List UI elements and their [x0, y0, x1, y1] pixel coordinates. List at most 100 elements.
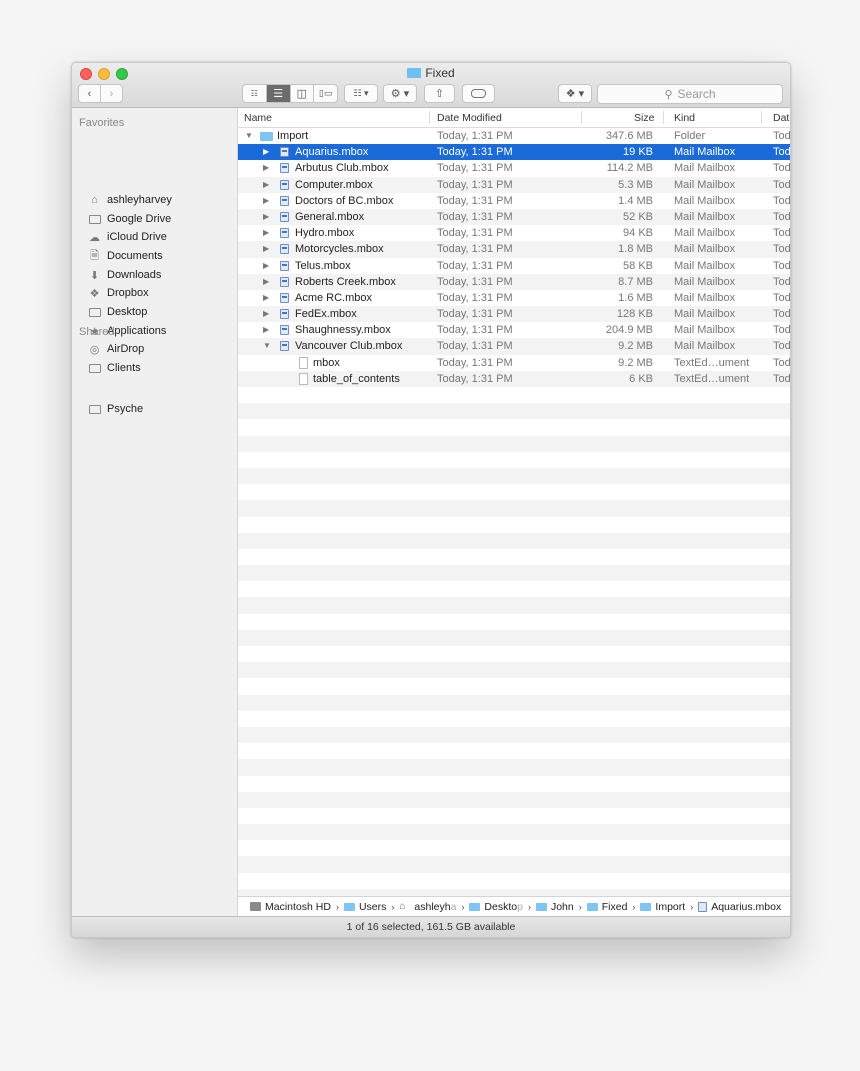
table-row[interactable]: ▶ FedEx.mbox Today, 1:31 PM 128 KB Mail Mail…	[238, 306, 790, 323]
path-component[interactable]: Users	[343, 901, 386, 913]
sidebar-item-icloud-drive[interactable]: ☁ iCloud Drive	[88, 228, 167, 246]
path-component[interactable]: Import	[640, 901, 685, 913]
sidebar-item-ashleyharvey[interactable]: ⌂ ashleyharvey	[88, 191, 172, 209]
file-size: 204.9 MB	[605, 324, 653, 337]
empty-row	[238, 484, 790, 500]
disclosure-collapsed-icon[interactable]: ▶	[263, 306, 269, 322]
date-modified: Today, 1:31 PM	[437, 340, 513, 353]
date-added: Tod	[773, 227, 790, 240]
disclosure-collapsed-icon[interactable]: ▶	[263, 241, 269, 257]
disclosure-collapsed-icon[interactable]: ▶	[263, 209, 269, 225]
date-added: Tod	[773, 291, 790, 304]
sidebar-item-downloads[interactable]: ⬇ Downloads	[88, 266, 162, 284]
path-component[interactable]: John	[535, 901, 574, 913]
path-component[interactable]: ⌂ ashleyh a	[399, 901, 456, 913]
date-modified: Today, 1:31 PM	[437, 227, 513, 240]
date-added: Tod	[773, 275, 790, 288]
column-kind[interactable]: Kind	[674, 112, 695, 124]
column-view-button[interactable]: ◫	[291, 85, 315, 102]
date-modified: Today, 1:31 PM	[437, 308, 513, 321]
file-name: Hydro.mbox	[295, 227, 355, 240]
disclosure-expanded-icon[interactable]: ▼	[263, 338, 271, 354]
file-size: 1.6 MB	[618, 291, 653, 304]
path-component[interactable]: Aquarius.mbox	[698, 901, 781, 913]
search-field[interactable]: ⚲ Search	[597, 84, 783, 104]
disclosure-collapsed-icon[interactable]: ▶	[263, 160, 269, 176]
sidebar-item-google-drive[interactable]: Google Drive	[88, 210, 171, 228]
folder-icon	[640, 902, 652, 911]
sidebar-item-psyche[interactable]: Psyche	[88, 400, 143, 418]
empty-row	[238, 403, 790, 420]
date-modified: Today, 1:31 PM	[437, 162, 513, 175]
disclosure-collapsed-icon[interactable]: ▶	[263, 290, 269, 306]
column-size[interactable]: Size	[634, 112, 654, 124]
path-component[interactable]: Macintosh HD	[250, 901, 331, 913]
file-kind: Mail Mailbox	[674, 324, 736, 337]
table-row[interactable]: ▶ Telus.mbox Today, 1:31 PM 58 KB Mail Mailb…	[238, 258, 790, 274]
empty-row	[238, 808, 790, 824]
arrange-button[interactable]: ☷ ▾	[344, 84, 378, 103]
table-row[interactable]: ▶ General.mbox Today, 1:31 PM 52 KB Mail Mai…	[238, 208, 790, 226]
table-row[interactable]: ▶ Computer.mbox Today, 1:31 PM 5.3 MB Mail M…	[238, 176, 790, 193]
path-label: Macintosh HD	[265, 900, 331, 913]
cover-flow-button[interactable]: ▯▭	[314, 85, 337, 102]
table-row[interactable]: ▶ Arbutus Club.mbox Today, 1:31 PM 114.2 MB…	[238, 160, 790, 176]
disclosure-collapsed-icon[interactable]: ▶	[263, 193, 269, 209]
dropbox-button[interactable]: ❖ ▾	[558, 84, 592, 103]
date-added: Tod	[773, 308, 790, 321]
empty-row	[238, 726, 790, 744]
column-name[interactable]: Name	[244, 112, 272, 124]
disclosure-collapsed-icon[interactable]: ▶	[263, 274, 269, 290]
icon-view-button[interactable]: ☷	[243, 85, 267, 102]
chevron-right-icon: ›	[527, 901, 531, 912]
sidebar-item-airdrop[interactable]: ◎ AirDrop	[88, 340, 145, 358]
sidebar-item-clients[interactable]: Clients	[88, 359, 141, 377]
disclosure-collapsed-icon[interactable]: ▶	[263, 225, 269, 241]
action-button[interactable]: ⚙ ▾	[383, 84, 417, 103]
date-added: Tod	[773, 372, 790, 385]
sidebar-item-desktop[interactable]: Desktop	[88, 303, 147, 321]
column-date-modified[interactable]: Date Modified	[437, 112, 502, 124]
disclosure-collapsed-icon[interactable]: ▶	[263, 258, 269, 274]
sidebar-item-dropbox[interactable]: ❖ Dropbox	[88, 284, 149, 302]
table-row[interactable]: ▼ Vancouver Club.mbox Today, 1:31 PM 9.2 MB…	[238, 338, 790, 355]
file-kind: Mail Mailbox	[674, 308, 736, 321]
sidebar-item-documents[interactable]: 🗎 Documents	[88, 247, 163, 265]
back-button[interactable]: ‹	[79, 85, 101, 102]
disclosure-collapsed-icon[interactable]: ▶	[263, 177, 269, 193]
sidebar-item-label: iCloud Drive	[107, 231, 167, 243]
table-row[interactable]: ▶ Doctors of BC.mbox Today, 1:31 PM 1.4 MB M…	[238, 193, 790, 209]
disclosure-expanded-icon[interactable]: ▼	[245, 128, 253, 144]
path-component[interactable]: Deskto p	[469, 901, 523, 913]
table-row[interactable]: ▶ Roberts Creek.mbox Today, 1:31 PM 8.7 MB M…	[238, 273, 790, 290]
empty-row	[238, 711, 790, 727]
table-row[interactable]: ▼ Import Today, 1:31 PM 347.6 MB Folder Tod	[238, 128, 790, 144]
sidebar-item-label: Documents	[107, 250, 163, 262]
documents-icon: 🗎	[90, 249, 99, 262]
list-view-button[interactable]: ☰	[266, 85, 291, 102]
column-date[interactable]: Date	[773, 112, 790, 124]
file-size: 94 KB	[623, 227, 653, 240]
table-row[interactable]: ▶ Motorcycles.mbox Today, 1:31 PM 1.8 MB Mai…	[238, 241, 790, 258]
disclosure-collapsed-icon[interactable]: ▶	[263, 322, 269, 338]
path-label: ashleyh	[414, 900, 451, 913]
disclosure-collapsed-icon[interactable]: ▶	[263, 144, 269, 160]
sidebar-item-label: Dropbox	[107, 287, 149, 299]
table-row[interactable]: ▶ Aquarius.mbox Today, 1:31 PM 19 KB Mail Ma…	[238, 144, 790, 161]
table-row[interactable]: ▶ Hydro.mbox Today, 1:31 PM 94 KB Mail Mailb…	[238, 225, 790, 241]
folder-icon	[88, 362, 101, 375]
table-row[interactable]: ▶ Acme RC.mbox Today, 1:31 PM 1.6 MB Mail Ma…	[238, 290, 790, 306]
table-row[interactable]: mbox Today, 1:31 PM 9.2 MB TextEd…ument Tod	[238, 355, 790, 371]
forward-button[interactable]: ›	[101, 85, 122, 102]
share-button[interactable]: ⇧	[424, 84, 455, 103]
tag-button[interactable]	[462, 84, 495, 103]
dropbox-icon: ❖	[89, 287, 100, 300]
tag-icon	[471, 89, 486, 98]
path-component[interactable]: Fixed	[586, 901, 627, 913]
folder-icon	[343, 902, 355, 911]
empty-row	[238, 597, 790, 614]
table-row[interactable]: table_of_contents Today, 1:31 PM 6 KB TextE…	[238, 370, 790, 387]
sidebar-item-label: AirDrop	[107, 343, 145, 355]
table-row[interactable]: ▶ Shaughnessy.mbox Today, 1:31 PM 204.9 MB M…	[238, 322, 790, 338]
sidebar-item-label: Applications	[107, 325, 167, 337]
